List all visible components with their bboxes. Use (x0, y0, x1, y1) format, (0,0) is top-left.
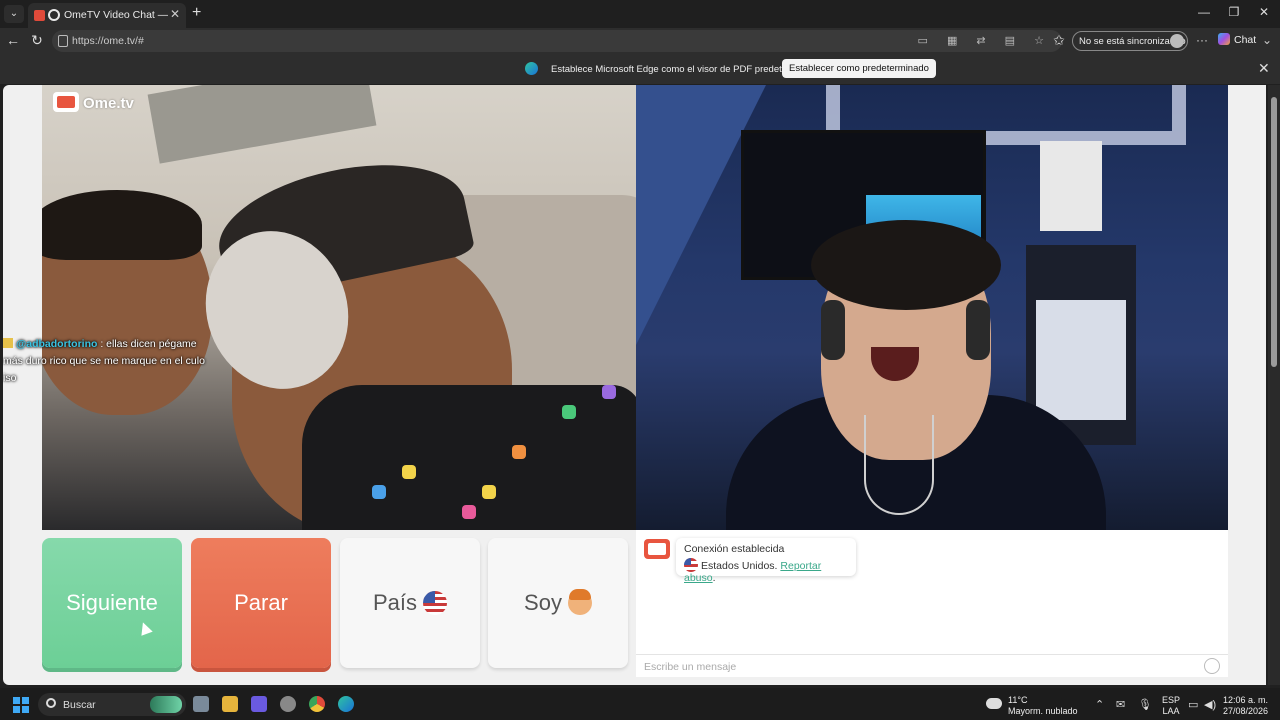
close-infobar-icon[interactable]: ✕ (1258, 60, 1270, 77)
set-default-button[interactable]: Establecer como predeterminado (782, 59, 936, 78)
gender-button-label: Soy (524, 590, 562, 615)
audio-playing-icon[interactable] (48, 9, 60, 21)
stop-button-label: Parar (234, 590, 288, 615)
stop-button[interactable]: Parar (191, 538, 331, 668)
tab-bar: ⌄ OmeTV Video Chat — Omegl ✕ + — ❐ ✕ (0, 0, 1280, 28)
logo-text: Ome.tv (83, 95, 134, 112)
us-flag-small-icon (684, 558, 698, 572)
favorites-icon[interactable]: ✩ (1050, 32, 1068, 49)
language-indicator[interactable]: ESP LAA (1162, 695, 1180, 717)
restore-button[interactable]: ❐ (1224, 5, 1244, 19)
new-tab-button[interactable]: + (192, 4, 201, 22)
chrome-icon[interactable] (309, 696, 325, 712)
address-bar-actions[interactable]: ▭ ▦ ⇄ ▤ ☆ (918, 34, 1052, 47)
stranger-country: Estados Unidos. (701, 560, 778, 572)
message-input[interactable]: Escribe un mensaje (636, 654, 1228, 677)
address-bar[interactable]: https://ome.tv/# ▭ ▦ ⇄ ▤ ☆ (52, 30, 1062, 52)
url-text: https://ome.tv/# (72, 35, 144, 47)
refresh-button[interactable]: ↻ (28, 32, 46, 49)
my-video (636, 85, 1228, 530)
stranger-video (42, 85, 636, 530)
overlay-username: @adbadortorino (16, 338, 98, 350)
taskbar-search[interactable]: Buscar (38, 693, 186, 716)
taskbar: Buscar 11°C Mayorm. nublado ⌃ ✉ 🎙 ESP LA… (0, 688, 1280, 720)
site-info-icon[interactable] (58, 35, 68, 47)
volume-icon[interactable]: ◀) (1204, 698, 1216, 711)
system-message: Conexión establecida Estados Unidos. Rep… (676, 538, 856, 584)
overlay-chat-message: @adbadortorino : ellas dicen pégame más … (3, 336, 208, 387)
boy-emoji-icon (567, 589, 592, 615)
copilot-icon (1218, 33, 1230, 45)
message-input-placeholder: Escribe un mensaje (644, 661, 737, 673)
lang-top: ESP (1162, 695, 1181, 705)
next-button[interactable]: Siguiente (42, 538, 182, 668)
ometv-page: Ome.tv @adbadortorino : ellas dicen péga… (3, 85, 1266, 685)
us-flag-icon (423, 591, 448, 615)
cloud-icon (986, 698, 1002, 709)
file-explorer-icon[interactable] (222, 696, 238, 712)
app-icon[interactable] (251, 696, 267, 712)
clock-date: 27/08/2026 (1222, 706, 1268, 716)
site-favicon-icon (34, 10, 45, 21)
microphone-icon[interactable]: 🎙 (1138, 698, 1152, 711)
page-scrollbar[interactable] (1268, 85, 1280, 685)
emoji-picker-icon[interactable] (1204, 658, 1220, 674)
chat-panel: Conexión establecida Estados Unidos. Rep… (636, 530, 1228, 677)
tab-actions-menu[interactable]: ⌄ (4, 5, 24, 23)
back-button[interactable]: ← (4, 32, 22, 48)
ometv-logo: Ome.tv (53, 92, 134, 112)
connection-status: Conexión establecida (684, 543, 785, 555)
minimize-button[interactable]: — (1194, 5, 1214, 19)
gender-button[interactable]: Soy (488, 538, 628, 668)
lang-bottom: LAA (1162, 706, 1180, 716)
edge-logo-icon (525, 62, 538, 75)
country-button-label: País (372, 590, 418, 615)
infobar-message: Establece Microsoft Edge como el visor d… (551, 64, 822, 75)
sidebar-toggle-icon[interactable]: ⌄ (1262, 33, 1272, 47)
clock-time: 12:06 a. m. (1222, 695, 1268, 705)
display-icon[interactable]: ▭ (1188, 698, 1198, 711)
edge-icon[interactable] (338, 696, 354, 712)
next-button-label: Siguiente (66, 590, 158, 615)
network-icon[interactable]: ✉ (1116, 698, 1125, 711)
copilot-chat-button[interactable]: Chat (1218, 33, 1256, 46)
address-toolbar: ← ↻ https://ome.tv/# ▭ ▦ ⇄ ▤ ☆ ✩ No se e… (0, 28, 1280, 54)
tv-logo-icon (53, 92, 79, 112)
close-tab-icon[interactable]: ✕ (170, 7, 180, 21)
more-menu-button[interactable]: ··· (1196, 33, 1208, 47)
search-label: Buscar (63, 699, 96, 711)
clock[interactable]: 12:06 a. m. 27/08/2026 (1222, 695, 1268, 717)
tab-ometv[interactable]: OmeTV Video Chat — Omegl ✕ (28, 3, 186, 28)
tab-title: OmeTV Video Chat — Omegl (64, 9, 168, 21)
search-icon (46, 698, 56, 708)
windows-start-icon[interactable] (13, 697, 29, 713)
scrollbar-thumb[interactable] (1271, 97, 1277, 367)
report-suffix: . (712, 572, 716, 584)
weather-desc: Mayorm. nublado (1008, 706, 1078, 716)
chat-label: Chat (1234, 34, 1257, 46)
app-icon-2[interactable] (280, 696, 296, 712)
user-badge-icon (3, 338, 13, 348)
country-line: Estados Unidos. Reportar abuso. (684, 558, 848, 584)
task-view-icon[interactable] (193, 696, 209, 712)
country-button[interactable]: País (340, 538, 480, 668)
ometv-system-icon (644, 539, 670, 559)
default-pdf-infobar: Establece Microsoft Edge como el visor d… (0, 54, 1280, 84)
profile-avatar (1170, 34, 1184, 48)
weather-temp: 11°C (1008, 695, 1028, 705)
search-highlight-icon (150, 696, 182, 713)
close-window-button[interactable]: ✕ (1254, 5, 1274, 19)
show-hidden-icons[interactable]: ⌃ (1095, 698, 1104, 711)
profile-sync-button[interactable]: No se está sincronizando (1072, 31, 1188, 51)
